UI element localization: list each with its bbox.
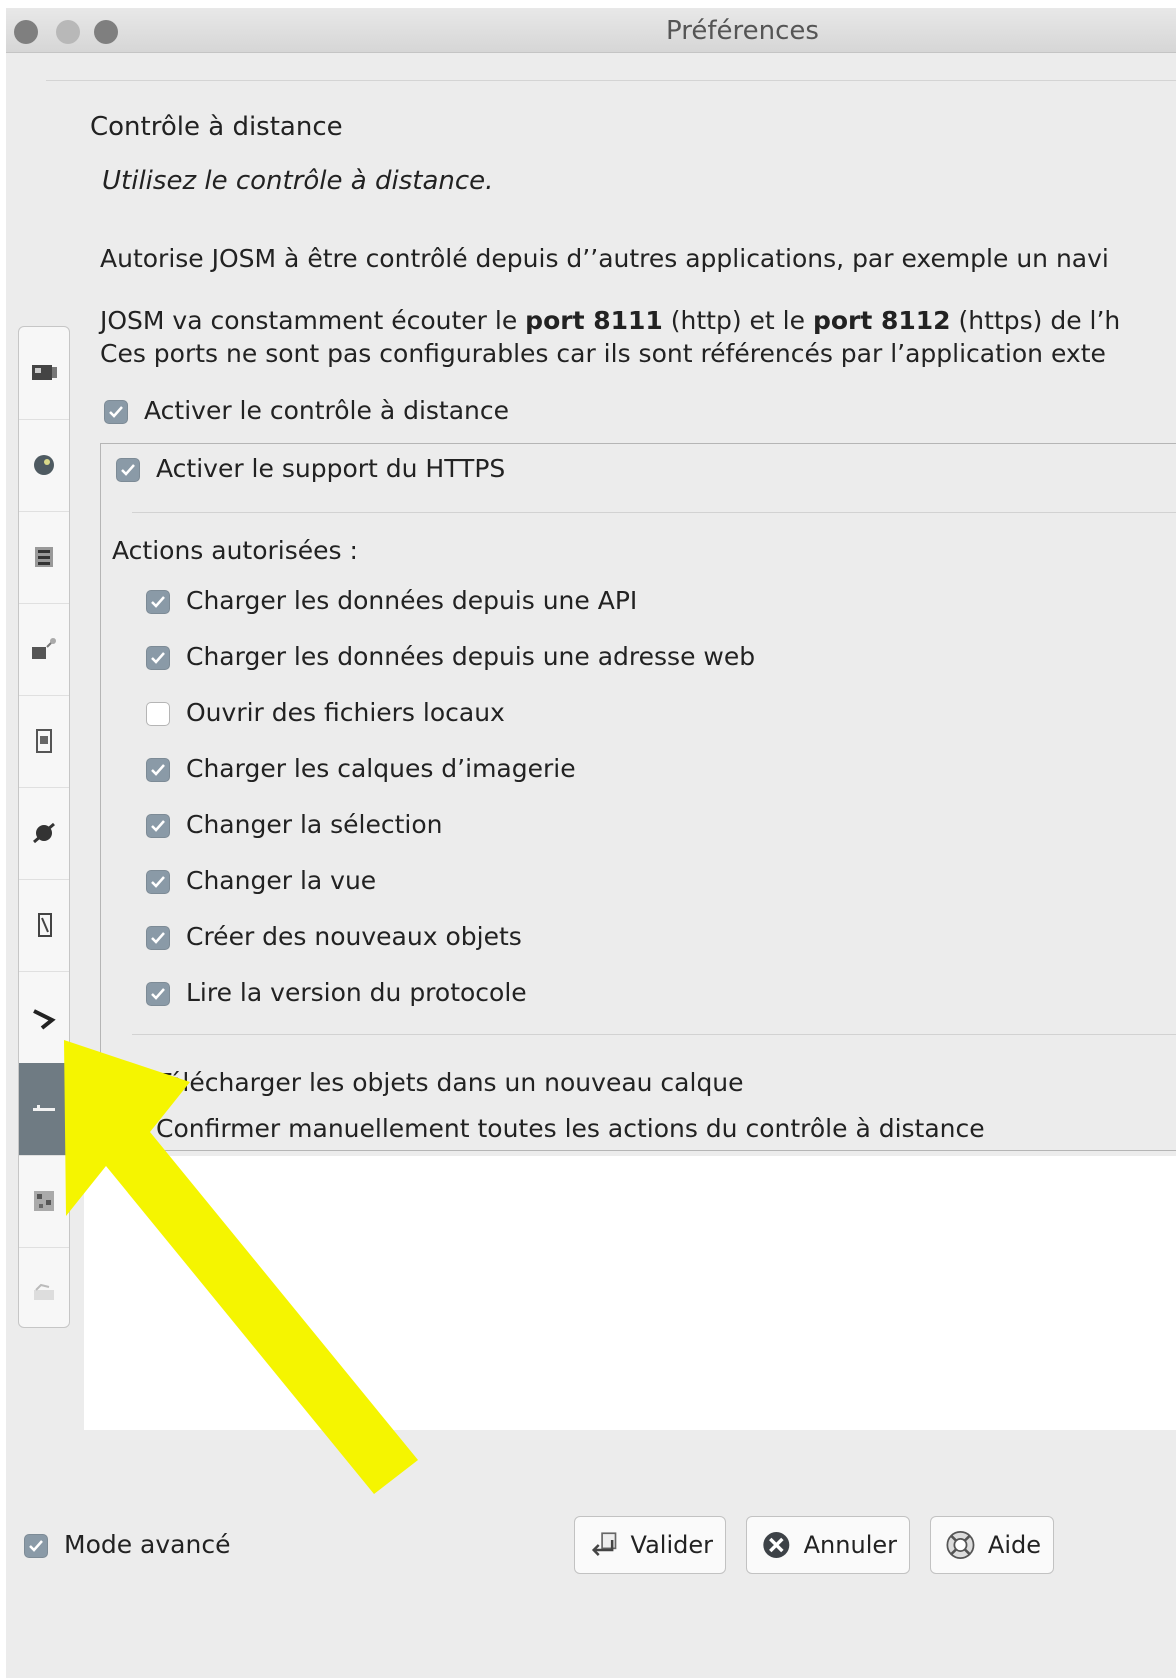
section-heading: Contrôle à distance: [90, 112, 343, 142]
action-label-change-selection: Changer la sélection: [186, 810, 443, 839]
connection-settings-icon: [35, 547, 53, 567]
http-port-label: port 8111: [525, 306, 663, 335]
action-label-load-web: Charger les données depuis une adresse w…: [186, 642, 756, 671]
tab-validator[interactable]: [19, 971, 69, 1064]
enable-https-label: Activer le support du HTTPS: [156, 454, 506, 483]
action-label-load-api: Charger les données depuis une API: [186, 586, 638, 615]
checkmark-icon: [109, 406, 123, 418]
presets-icon: [36, 729, 52, 753]
checkmark-icon: [151, 932, 165, 944]
ok-button-label: Valider: [630, 1531, 713, 1559]
validator-icon: [33, 1009, 56, 1030]
map-settings-icon: [34, 455, 54, 475]
tab-projection[interactable]: [19, 1155, 69, 1248]
imagery-settings-icon: [32, 638, 56, 659]
checkmark-icon: [29, 1540, 43, 1552]
cancel-icon: [763, 1532, 790, 1558]
action-checkbox-open-local-files[interactable]: [146, 702, 170, 726]
help-button[interactable]: Aide: [930, 1516, 1054, 1574]
https-port-label: port 8112: [812, 306, 951, 335]
description-text: (https) de l’h: [950, 306, 1121, 335]
section-subtitle: Utilisez le contrôle à distance.: [102, 166, 494, 196]
help-lifebuoy-icon: [946, 1531, 975, 1559]
advanced-icon: [34, 1283, 54, 1300]
preferences-tab-bar: [18, 326, 70, 1328]
action-checkbox-create-objects[interactable]: [146, 926, 170, 950]
action-checkbox-change-selection[interactable]: [146, 814, 170, 838]
title-bar: Préférences: [6, 8, 1176, 53]
checkmark-icon: [151, 596, 165, 608]
ok-return-icon: [591, 1532, 617, 1556]
checkmark-icon: [151, 876, 165, 888]
zoom-window-button[interactable]: [94, 20, 118, 44]
action-checkbox-read-protocol-version[interactable]: [146, 982, 170, 1006]
action-checkbox-load-imagery[interactable]: [146, 758, 170, 782]
description-text: (http) et le: [662, 306, 813, 335]
tab-imagery-settings[interactable]: [19, 603, 69, 696]
tab-remote-control[interactable]: [19, 1063, 69, 1156]
empty-panel-area: [84, 1156, 1176, 1430]
tab-shortcuts[interactable]: [19, 879, 69, 972]
cancel-button-label: Annuler: [803, 1531, 897, 1559]
tab-display-settings[interactable]: [19, 327, 69, 420]
display-settings-icon: [32, 365, 57, 380]
checkmark-icon: [151, 988, 165, 1000]
checkmark-icon: [151, 820, 165, 832]
enable-https-checkbox[interactable]: [116, 458, 140, 482]
load-in-new-layer-checkbox[interactable]: [116, 1072, 140, 1096]
checkmark-icon: [121, 464, 135, 476]
shortcuts-icon: [38, 913, 52, 937]
action-checkbox-load-api[interactable]: [146, 590, 170, 614]
cancel-button[interactable]: Annuler: [746, 1516, 910, 1574]
description-line-3: Ces ports ne sont pas configurables car …: [100, 339, 1106, 368]
description-line-1: Autorise JOSM à être contrôlé depuis d’’…: [100, 244, 1109, 273]
action-label-load-imagery: Charger les calques d’imagerie: [186, 754, 576, 783]
action-label-create-objects: Créer des nouveaux objets: [186, 922, 522, 951]
description-line-2: JOSM va constamment écouter le port 8111…: [100, 306, 1120, 335]
confirm-actions-label: Confirmer manuellement toutes les action…: [156, 1114, 985, 1143]
projection-icon: [34, 1191, 54, 1211]
close-window-button[interactable]: [14, 20, 38, 44]
action-checkbox-change-view[interactable]: [146, 870, 170, 894]
confirm-actions-checkbox[interactable]: [116, 1118, 140, 1142]
group-separator: [132, 512, 1176, 513]
plugins-icon: [33, 822, 55, 844]
checkmark-icon: [151, 764, 165, 776]
enable-remote-control-label: Activer le contrôle à distance: [144, 396, 510, 425]
minimize-window-button[interactable]: [56, 20, 80, 44]
load-in-new-layer-label: Télécharger les objets dans un nouveau c…: [156, 1068, 744, 1097]
preferences-window: Préférences Contrôle à distance Utilisez…: [6, 8, 1176, 1678]
checkmark-icon: [151, 652, 165, 664]
tab-presets[interactable]: [19, 695, 69, 788]
action-label-open-local-files: Ouvrir des fichiers locaux: [186, 698, 505, 727]
tab-map-settings[interactable]: [19, 419, 69, 512]
action-checkbox-load-web[interactable]: [146, 646, 170, 670]
enable-remote-control-checkbox[interactable]: [104, 400, 128, 424]
allowed-actions-heading: Actions autorisées :: [112, 536, 358, 565]
tab-divider: [46, 80, 1176, 81]
expert-mode-label: Mode avancé: [64, 1530, 231, 1559]
action-label-change-view: Changer la vue: [186, 866, 377, 895]
tab-plugins[interactable]: [19, 787, 69, 880]
description-text: JOSM va constamment écouter le: [100, 306, 526, 335]
window-title: Préférences: [666, 16, 819, 46]
group-separator: [132, 1034, 1176, 1035]
action-label-read-protocol-version: Lire la version du protocole: [186, 978, 527, 1007]
expert-mode-checkbox[interactable]: [24, 1534, 48, 1558]
tab-connection-settings[interactable]: [19, 511, 69, 604]
tab-advanced[interactable]: [19, 1247, 69, 1339]
ok-button[interactable]: Valider: [574, 1516, 726, 1574]
help-button-label: Aide: [987, 1531, 1041, 1559]
remote-control-icon: [33, 1105, 55, 1111]
